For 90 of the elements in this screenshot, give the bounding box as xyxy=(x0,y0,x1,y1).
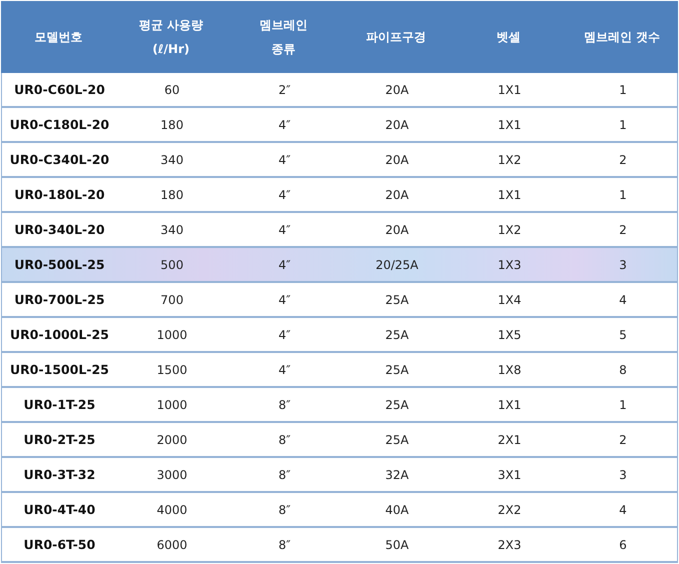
table-cell-text: 4″ xyxy=(277,222,292,236)
table-cell-text: 340 xyxy=(160,152,184,166)
table-cell-text: 3 xyxy=(618,468,628,482)
table-cell-text: 700 xyxy=(160,292,184,306)
table-cell-text: 4″ xyxy=(277,152,292,166)
table-cell-text: 25A xyxy=(384,292,410,306)
table-cell-text: 6000 xyxy=(156,538,188,552)
table-cell-text: 25A xyxy=(384,328,410,342)
table-cell-text: 4″ xyxy=(277,118,292,132)
table-cell-text: 32A xyxy=(384,468,410,482)
table-cell-text: 50A xyxy=(384,538,410,552)
table-cell-text: 4000 xyxy=(156,502,188,516)
table-cell-text: 8″ xyxy=(277,502,292,516)
table-cell-text: 1X4 xyxy=(496,292,522,306)
table-cell-text: 20A xyxy=(384,222,410,236)
table-cell-text: 20/25A xyxy=(374,258,420,272)
table-cell-text: 8 xyxy=(618,362,628,376)
table-cell-text: 8″ xyxy=(277,468,292,482)
table-cell-text: 2 xyxy=(618,432,628,446)
table-cell-text: 2 xyxy=(618,222,628,236)
table-cell-text: 2X1 xyxy=(496,432,522,446)
table-cell-text: 2″ xyxy=(277,82,292,96)
table-cell-text: 5 xyxy=(618,328,628,342)
table-cell-text: 1X3 xyxy=(496,258,522,272)
table-cell-text: 1X8 xyxy=(496,362,522,376)
table-cell-text: 20A xyxy=(384,152,410,166)
table-cell-text: 4″ xyxy=(277,362,292,376)
table-cell-text: 1X1 xyxy=(496,82,522,96)
table-cell-text: 180 xyxy=(160,118,184,132)
table-cell-text: UR0-6T-50 xyxy=(22,537,96,552)
column-header: 멤브레인 종류 xyxy=(258,17,308,58)
table-cell-text: UR0-C340L-20 xyxy=(8,152,110,167)
table-cell-text: 180 xyxy=(160,188,184,202)
column-header: 멤브레인 갯수 xyxy=(582,29,662,46)
table-cell-text: UR0-1000L-25 xyxy=(9,327,110,342)
table-cell-text: UR0-1500L-25 xyxy=(9,362,110,377)
table-cell-text: UR0-2T-25 xyxy=(22,432,96,447)
table-cell-text: 6 xyxy=(618,538,628,552)
table-cell-text: 2000 xyxy=(156,432,188,446)
table-cell-text: UR0-180L-20 xyxy=(13,187,106,202)
table-cell-text: 2X3 xyxy=(496,538,522,552)
table-cell-text: 4″ xyxy=(277,258,292,272)
table-cell-text: UR0-1T-25 xyxy=(22,397,96,412)
table-cell-text: 2X2 xyxy=(496,502,522,516)
table-cell-text: 1000 xyxy=(156,328,188,342)
table-cell-text: 25A xyxy=(384,362,410,376)
table-cell-text: 1X2 xyxy=(496,222,522,236)
table-cell-text: 3000 xyxy=(156,468,188,482)
table-cell-text: 3 xyxy=(618,258,628,272)
table-cell-text: 1X2 xyxy=(496,152,522,166)
table-cell-text: 20A xyxy=(384,188,410,202)
table-cell-text: 1 xyxy=(618,188,628,202)
table-cell-text: UR0-4T-40 xyxy=(22,502,96,517)
table-cell-text: 4 xyxy=(618,502,628,516)
table-cell-text: 1X1 xyxy=(496,398,522,412)
table-cell-text: 1X1 xyxy=(496,118,522,132)
table-cell-text: 8″ xyxy=(277,432,292,446)
table-cell-text: 1 xyxy=(618,398,628,412)
column-header: 평균 사용량 (ℓ/Hr) xyxy=(138,17,204,58)
table-cell-text: 20A xyxy=(384,82,410,96)
table-cell-text: 1X5 xyxy=(496,328,522,342)
table-cell-text: 3X1 xyxy=(496,468,522,482)
table-cell-text: UR0-C60L-20 xyxy=(13,82,106,97)
table-cell-text: 20A xyxy=(384,118,410,132)
table-cell-text: 40A xyxy=(384,502,410,516)
table-cell-text: 4 xyxy=(618,292,628,306)
table-cell-text: 8″ xyxy=(277,398,292,412)
table-cell-text: 1 xyxy=(618,82,628,96)
table-cell-text: 340 xyxy=(160,222,184,236)
table-cell-text: 4″ xyxy=(277,328,292,342)
table-cell-text: 1 xyxy=(618,118,628,132)
table-cell-text: 1X1 xyxy=(496,188,522,202)
table-cell-text: 1500 xyxy=(156,362,188,376)
table-cell-text: 1000 xyxy=(156,398,188,412)
table-cell-text: 4″ xyxy=(277,188,292,202)
table-cell-text: UR0-340L-20 xyxy=(13,222,106,237)
table-cell-text: UR0-700L-25 xyxy=(13,292,106,307)
column-header: 파이프구경 xyxy=(365,29,427,46)
table-cell-text: 25A xyxy=(384,398,410,412)
table-cell-text: UR0-3T-32 xyxy=(22,467,96,482)
column-header: 모델번호 xyxy=(34,29,84,46)
table-cell-text: 2 xyxy=(618,152,628,166)
table-cell-text: 25A xyxy=(384,432,410,446)
table-cell-text: 8″ xyxy=(277,538,292,552)
table-cell-text: 60 xyxy=(163,82,181,96)
table-cell-text: UR0-500L-25 xyxy=(13,257,106,272)
table-cell-text: 500 xyxy=(160,258,184,272)
column-header: 벳셀 xyxy=(496,29,522,46)
table-cell-text: UR0-C180L-20 xyxy=(8,117,110,132)
table-cell-text: 4″ xyxy=(277,292,292,306)
